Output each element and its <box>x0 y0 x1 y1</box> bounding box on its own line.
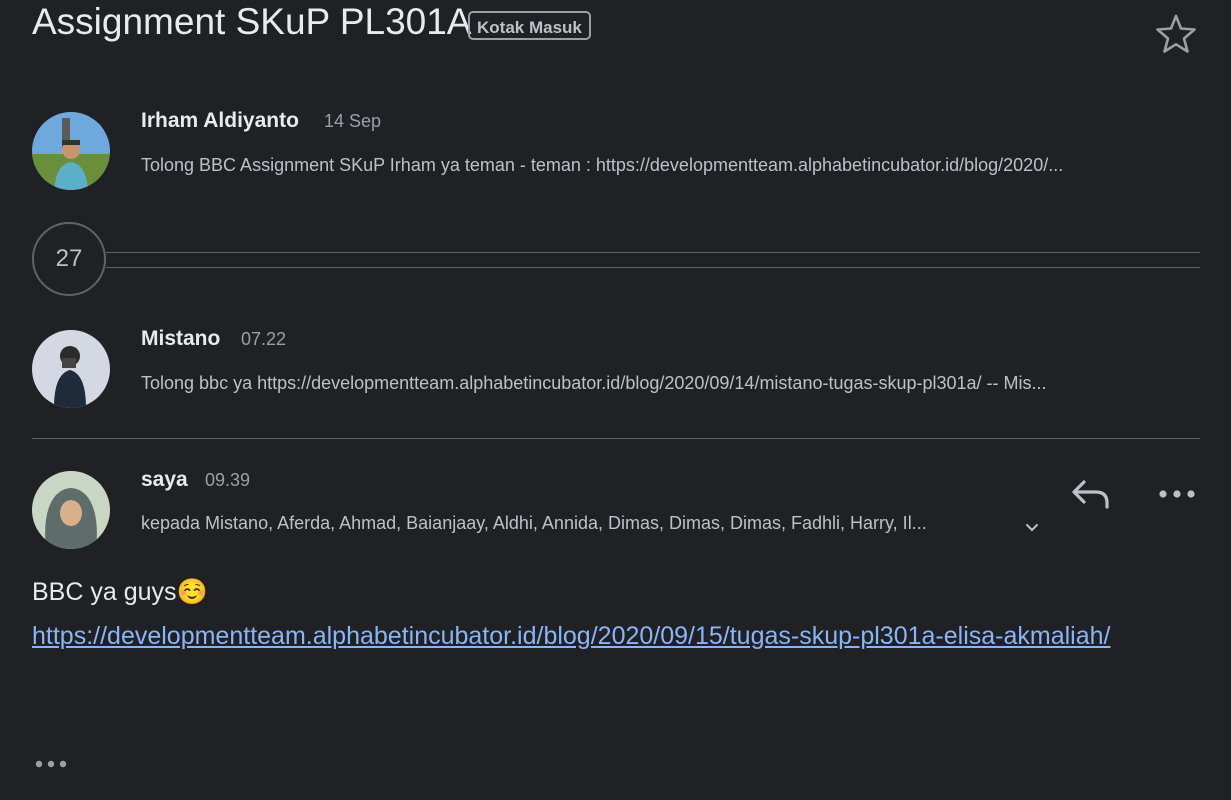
recipients-summary[interactable]: kepada Mistano, Aferda, Ahmad, Baianjaay… <box>141 513 1011 534</box>
star-icon[interactable] <box>1154 12 1198 56</box>
message-divider <box>32 438 1200 439</box>
sender-name: saya <box>141 468 188 491</box>
avatar <box>32 471 110 549</box>
thread-subject: Assignment SKuP PL301A <box>32 1 472 42</box>
message-snippet: Tolong BBC Assignment SKuP Irham ya tema… <box>141 155 1064 175</box>
avatar <box>32 112 110 190</box>
reply-icon[interactable] <box>1068 474 1114 514</box>
show-trimmed-content-icon[interactable] <box>32 752 72 776</box>
message-time: 09.39 <box>205 470 251 490</box>
email-thread-view: Assignment SKuP PL301A Kotak Masuk Irham… <box>0 0 1231 800</box>
sender-name: Mistano <box>141 327 221 350</box>
message-body-link[interactable]: https://developmentteam.alphabetincubato… <box>32 617 1192 656</box>
chevron-down-icon[interactable] <box>1022 518 1042 538</box>
message-snippet: Tolong bbc ya https://developmentteam.al… <box>141 373 1047 393</box>
inbox-label-chip[interactable]: Kotak Masuk <box>468 11 591 40</box>
sender-name: Irham Aldiyanto <box>141 109 299 132</box>
avatar <box>32 330 110 408</box>
collapsed-divider-bottom <box>106 267 1200 268</box>
message-time: 07.22 <box>241 329 287 349</box>
more-options-icon[interactable] <box>1156 478 1198 510</box>
message-time: 14 Sep <box>324 111 382 131</box>
message-body-text: BBC ya guys☺️ <box>32 578 208 606</box>
collapsed-divider-top <box>106 252 1200 253</box>
collapsed-messages-count-button[interactable]: 27 <box>32 222 106 296</box>
